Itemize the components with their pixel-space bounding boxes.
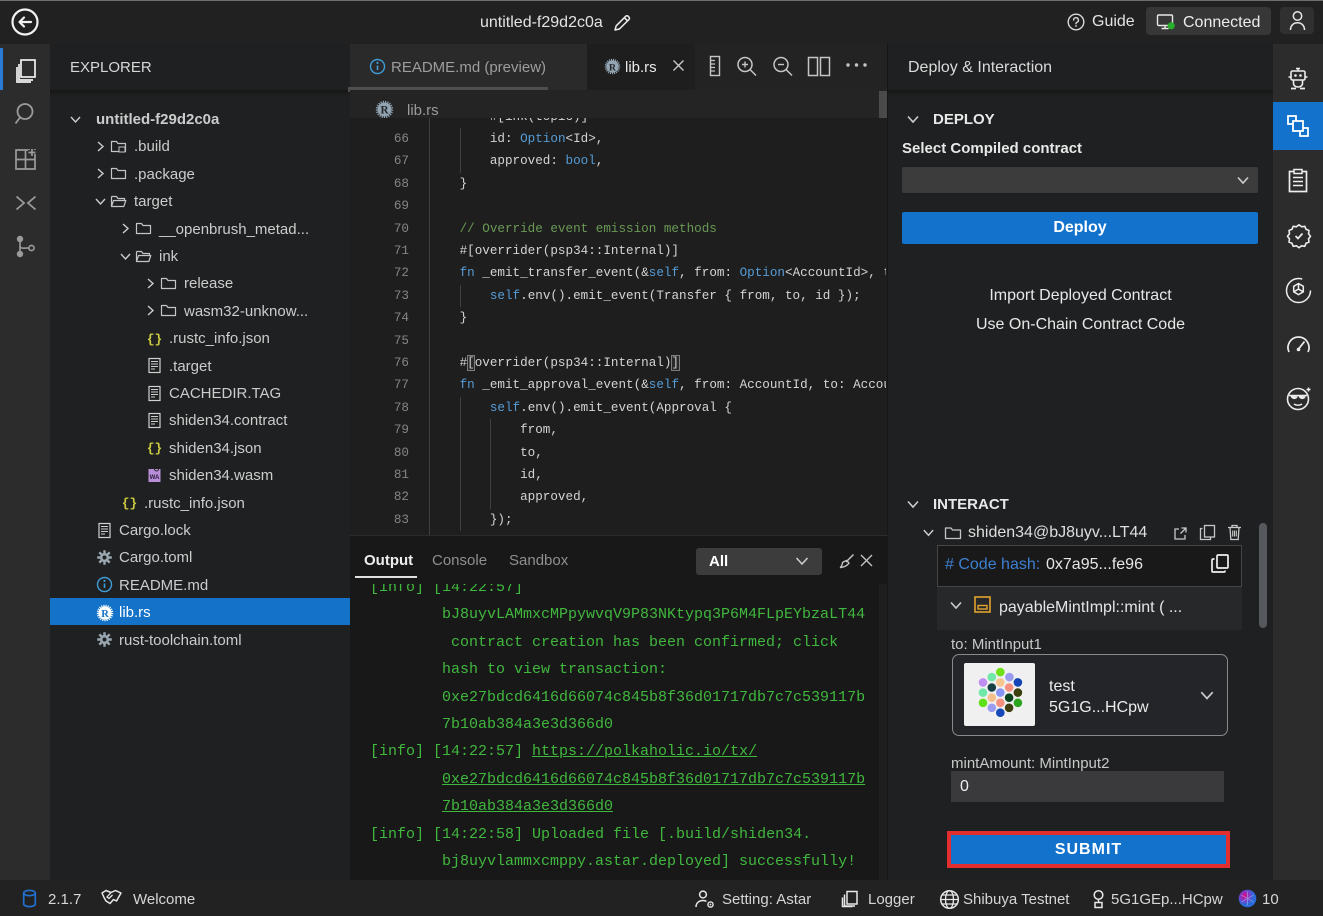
- svg-text:R: R: [380, 105, 389, 117]
- svg-text:{}: {}: [147, 332, 163, 347]
- svg-text:R: R: [609, 62, 617, 73]
- svg-text:R: R: [101, 609, 109, 620]
- svg-text:{}: {}: [147, 441, 163, 456]
- svg-text:{}: {}: [122, 496, 138, 511]
- svg-text:WA: WA: [150, 475, 160, 481]
